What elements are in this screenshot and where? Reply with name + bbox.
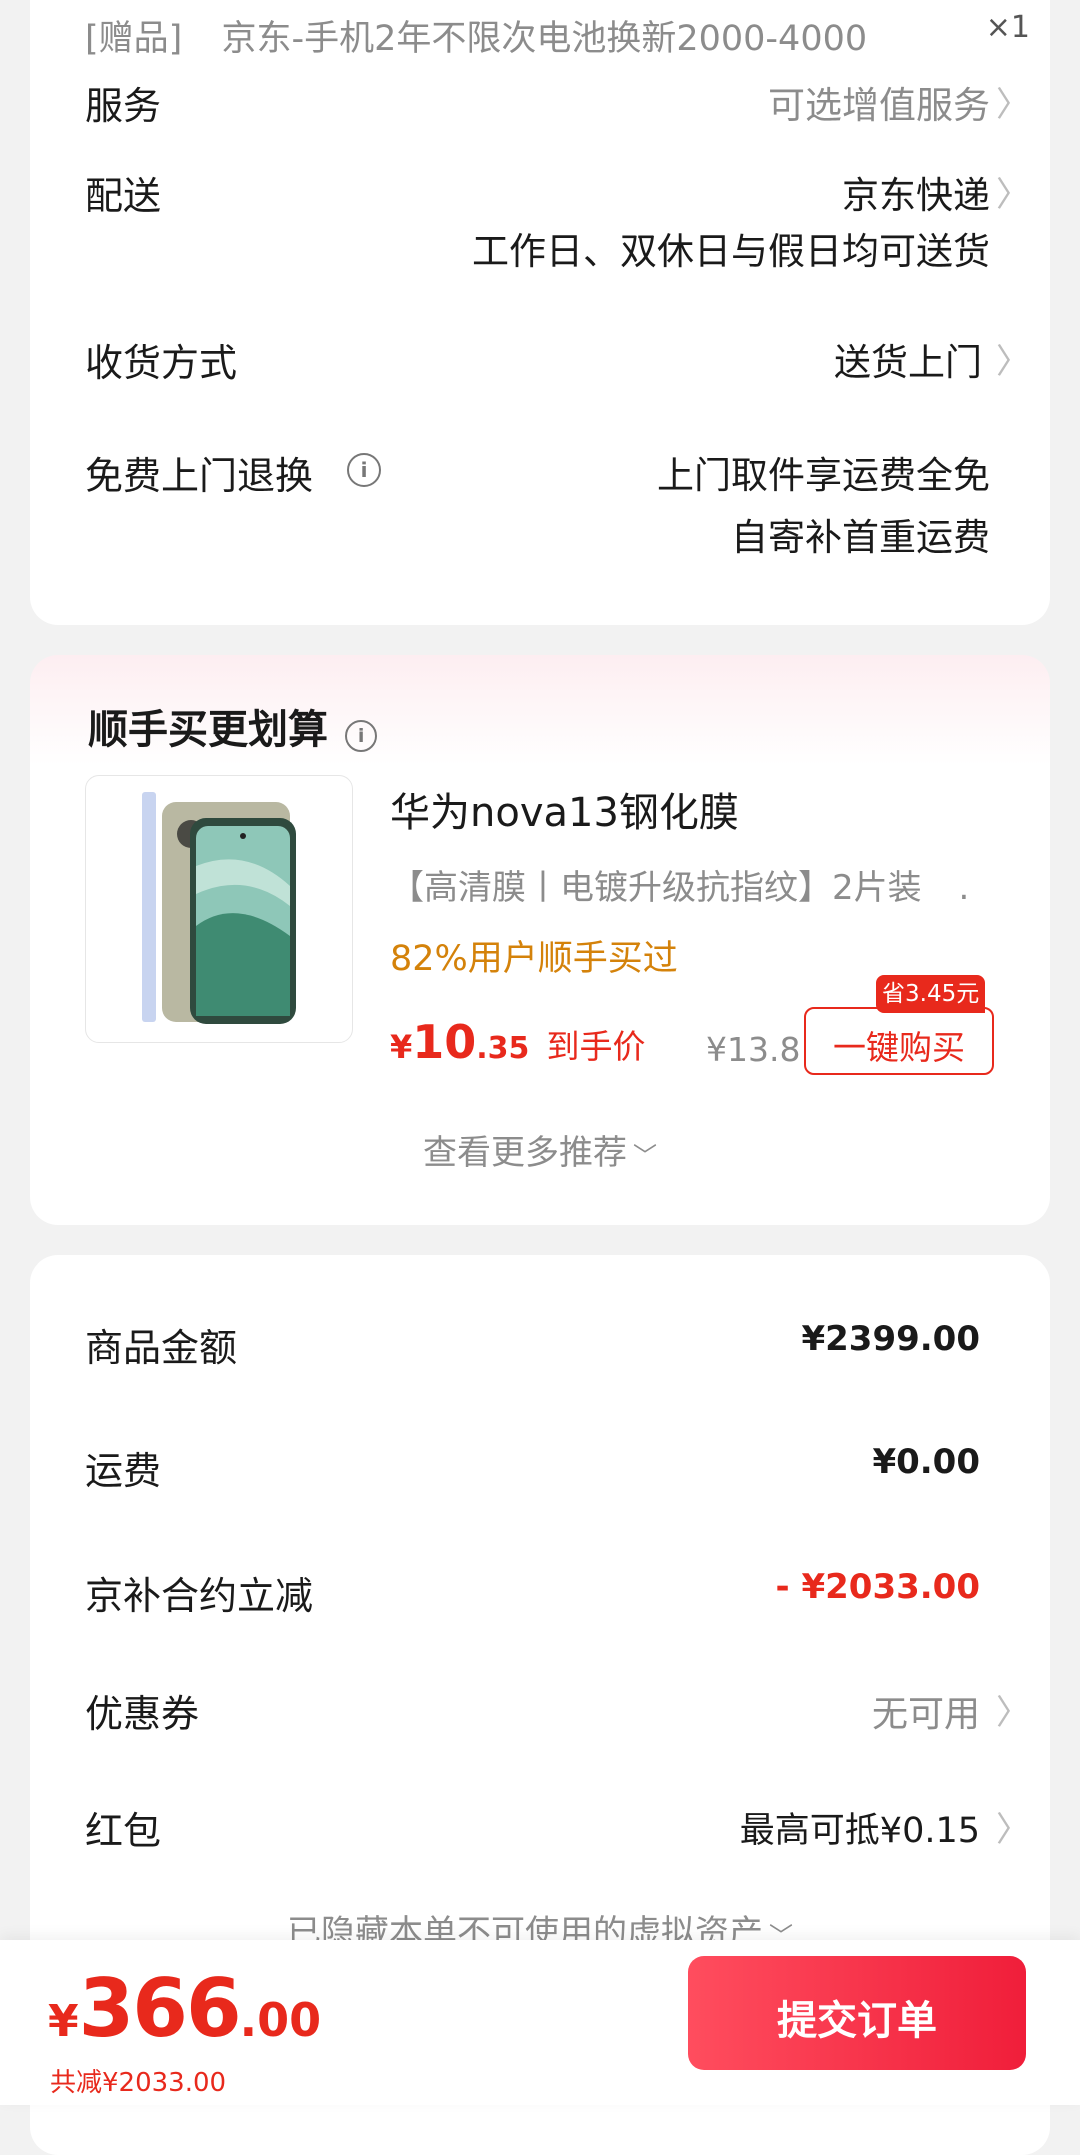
receive-row[interactable]: 收货方式 送货上门 〉 <box>85 332 1030 392</box>
submit-order-button[interactable]: 提交订单 <box>688 1956 1026 2070</box>
price-symbol: ¥ <box>390 1028 413 1066</box>
service-label: 服务 <box>85 84 162 128</box>
buy-now-label: 一键购买 <box>833 1028 965 1067</box>
bundle-title-text: 顺手买更划算 <box>88 707 328 753</box>
delivery-sub: 工作日、双休日与假日均可送货 <box>472 230 990 273</box>
info-icon[interactable]: i <box>347 453 381 487</box>
shipping-value: ¥0.00 <box>872 1442 980 1482</box>
subsidy-row: 京补合约立减 - ¥2033.00 <box>85 1565 1030 1625</box>
receive-label: 收货方式 <box>85 341 238 385</box>
free-return-line1: 上门取件享运费全免 <box>657 454 990 497</box>
gift-text: 京东-手机2年不限次电池换新2000-4000 <box>221 19 868 59</box>
gift-qty: ×1 <box>985 10 1030 45</box>
bottom-bar: ¥366.00 共减¥2033.00 提交订单 <box>0 1940 1080 2105</box>
subsidy-label: 京补合约立减 <box>85 1574 314 1618</box>
free-return-label: 免费上门退换 <box>85 454 314 498</box>
product-image[interactable] <box>85 775 353 1043</box>
coupon-row[interactable]: 优惠券 无可用 〉 <box>85 1683 1030 1743</box>
subsidy-value: - ¥2033.00 <box>775 1567 980 1607</box>
shipping-label: 运费 <box>85 1449 162 1493</box>
price-int: 10 <box>412 1015 477 1069</box>
free-return-line2: 自寄补首重运费 <box>731 516 990 559</box>
free-return-row: 免费上门退换 i 上门取件享运费全免 自寄补首重运费 <box>85 445 1030 565</box>
chevron-right-icon: 〉 <box>996 1693 1030 1733</box>
product-price: ¥10.35 到手价 <box>390 1015 646 1069</box>
total-price-int: 366 <box>78 1962 242 2055</box>
product-desc-text: 【高清膜丨电镀升级抗指纹】2片装 <box>390 868 922 908</box>
product-desc: 【高清膜丨电镀升级抗指纹】2片装 . <box>390 860 990 909</box>
more-recommend-label: 查看更多推荐 <box>423 1133 627 1173</box>
info-icon[interactable]: i <box>345 719 378 752</box>
delivery-value: 京东快递 <box>842 174 990 217</box>
receive-value: 送货上门 <box>834 341 982 384</box>
redpack-value: 最高可抵¥0.15 <box>739 1811 980 1851</box>
price-suffix: 到手价 <box>546 1027 646 1066</box>
price-dec: .35 <box>476 1031 530 1066</box>
more-recommend-link[interactable]: 查看更多推荐 ﹀ <box>30 1125 1050 1174</box>
chevron-right-icon: 〉 <box>996 1810 1030 1850</box>
save-badge: 省3.45元 <box>876 975 986 1013</box>
coupon-value: 无可用 <box>871 1694 980 1735</box>
original-price: ¥13.8 <box>706 1030 801 1069</box>
goods-amount-row: 商品金额 ¥2399.00 <box>85 1317 1030 1377</box>
buy-now-button[interactable]: 一键购买 <box>804 1007 994 1075</box>
delivery-label: 配送 <box>85 174 162 218</box>
chevron-down-icon: ﹀ <box>633 1142 657 1170</box>
gift-row: [赠品] 京东-手机2年不限次电池换新2000-4000 ×1 <box>85 10 1030 70</box>
total-discount: 共减¥2033.00 <box>50 2068 227 2098</box>
service-row[interactable]: 服务 可选增值服务 〉 <box>85 75 1030 135</box>
redpack-row[interactable]: 红包 最高可抵¥0.15 〉 <box>85 1800 1030 1860</box>
chevron-right-icon: 〉 <box>996 175 1030 215</box>
bought-rate: 82%用户顺手买过 <box>390 939 678 979</box>
product-desc-tail: . <box>958 868 970 908</box>
bundle-title: 顺手买更划算 i <box>88 697 378 753</box>
total-price: ¥366.00 <box>48 1962 321 2055</box>
screen-protector-image <box>142 792 296 1024</box>
chevron-right-icon: 〉 <box>996 342 1030 382</box>
chevron-right-icon: 〉 <box>996 85 1030 125</box>
bundle-card: 顺手买更划算 i 华为nova13钢化膜 【高清膜丨电镀升级抗指纹】2片装 . … <box>30 655 1050 1225</box>
product-name[interactable]: 华为nova13钢化膜 <box>390 780 739 838</box>
goods-amount-value: ¥2399.00 <box>801 1319 980 1359</box>
total-price-symbol: ¥ <box>48 1996 79 2047</box>
total-price-dec: .00 <box>239 1993 322 2047</box>
service-value: 可选增值服务 <box>768 84 990 127</box>
submit-order-label: 提交订单 <box>777 1998 937 2044</box>
gift-tag: [赠品] <box>85 19 183 59</box>
shipping-row: 运费 ¥0.00 <box>85 1440 1030 1500</box>
service-card: [赠品] 京东-手机2年不限次电池换新2000-4000 ×1 服务 可选增值服… <box>30 0 1050 625</box>
delivery-row[interactable]: 配送 京东快递 〉 工作日、双休日与假日均可送货 <box>85 165 1030 275</box>
goods-amount-label: 商品金额 <box>85 1326 238 1370</box>
redpack-label: 红包 <box>85 1809 162 1853</box>
coupon-label: 优惠券 <box>85 1692 200 1736</box>
